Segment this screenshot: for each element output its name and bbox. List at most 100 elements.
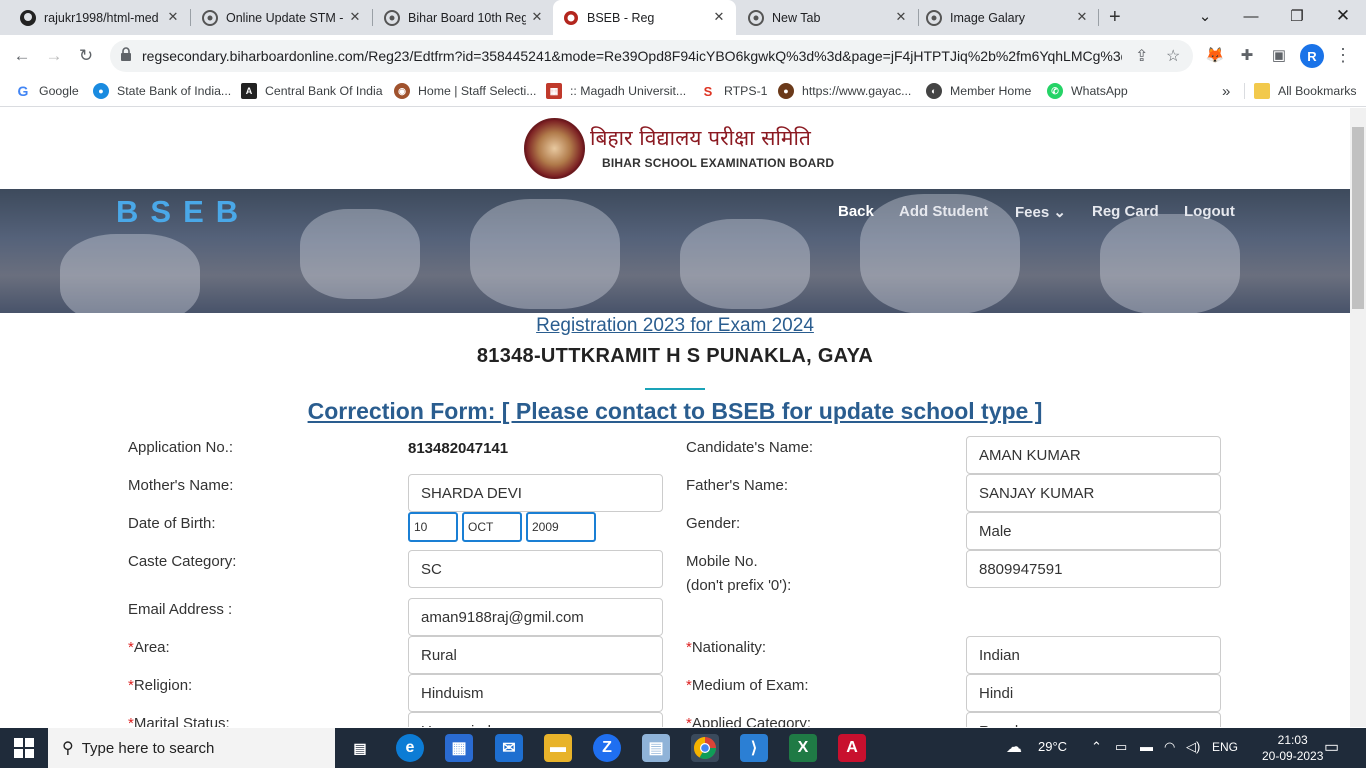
weather-icon[interactable]: ☁ <box>1006 737 1022 757</box>
new-tab-button[interactable]: + <box>1109 6 1121 29</box>
file-explorer-icon[interactable]: ▬ <box>544 734 572 762</box>
search-placeholder: Type here to search <box>81 739 215 757</box>
wifi-icon[interactable]: ◠ <box>1164 739 1175 755</box>
close-icon[interactable]: ✕ <box>712 10 726 24</box>
bseb-logo-text[interactable]: BSEB <box>116 194 250 230</box>
notification-icon[interactable]: ▭ <box>1324 737 1339 757</box>
close-icon[interactable]: ✕ <box>166 10 180 24</box>
metamask-icon[interactable]: 🦊 <box>1204 44 1226 66</box>
store-icon[interactable]: ▦ <box>445 734 473 762</box>
forward-arrow-icon[interactable]: → <box>41 43 67 69</box>
search-icon: ⚲ <box>62 740 74 757</box>
document-icon[interactable]: ▤ <box>642 734 670 762</box>
marital-label: *Marital Status: <box>128 715 230 727</box>
share-icon[interactable]: ⇪ <box>1135 46 1148 66</box>
religion-label: *Religion: <box>128 677 193 694</box>
religion-field[interactable]: Hinduism <box>408 674 663 712</box>
bookmarks-overflow-icon[interactable]: » <box>1222 83 1230 100</box>
bookmark-magadh[interactable]: ▦:: Magadh Universit... <box>546 83 686 99</box>
zoom-icon[interactable]: Z <box>593 734 621 762</box>
restore-button[interactable]: ❐ <box>1274 0 1320 32</box>
bookmark-star-icon[interactable]: ☆ <box>1166 46 1180 66</box>
applied-category-field[interactable]: Regular <box>966 712 1221 727</box>
bookmark-member-home[interactable]: ◐ Member Home <box>926 83 1031 99</box>
address-bar[interactable]: regsecondary.biharboardonline.com/Reg23/… <box>110 40 1193 72</box>
tab-bihar-board[interactable]: Bihar Board 10th Reg ✕ <box>364 0 554 35</box>
nationality-field[interactable]: Indian <box>966 636 1221 674</box>
bookmark-rtps[interactable]: S RTPS-1 <box>700 83 768 99</box>
extensions-icon[interactable]: ✚ <box>1236 44 1258 66</box>
windows-start-icon[interactable] <box>14 738 34 758</box>
chrome-icon <box>384 9 400 26</box>
menu-dots-icon[interactable]: ⋮ <box>1332 44 1354 66</box>
task-view-icon[interactable]: ▤ <box>346 734 374 762</box>
bookmark-sbi[interactable]: ● State Bank of India... <box>93 83 231 99</box>
whatsapp-icon: ✆ <box>1047 83 1063 99</box>
tray-overflow-icon[interactable]: ⌃ <box>1091 739 1102 755</box>
folder-icon <box>1254 83 1270 99</box>
mother-name-field[interactable]: SHARDA DEVI <box>408 474 663 512</box>
mobile-field[interactable]: 8809947591 <box>966 550 1221 588</box>
area-field[interactable]: Rural <box>408 636 663 674</box>
tab-online-update[interactable]: Online Update STM - ✕ <box>182 0 372 35</box>
father-name-field[interactable]: SANJAY KUMAR <box>966 474 1221 512</box>
nav-back[interactable]: Back <box>838 203 874 220</box>
nav-logout[interactable]: Logout <box>1184 203 1235 220</box>
close-icon[interactable]: ✕ <box>348 10 362 24</box>
reload-icon[interactable]: ↻ <box>73 43 99 69</box>
caste-field[interactable]: SC <box>408 550 663 588</box>
tab-bseb-reg[interactable]: BSEB - Reg ✕ <box>553 0 736 35</box>
dob-day-field[interactable]: 10 <box>408 512 458 542</box>
acrobat-icon[interactable]: A <box>838 734 866 762</box>
bookmark-google[interactable]: G Google <box>15 83 79 99</box>
medium-field[interactable]: Hindi <box>966 674 1221 712</box>
nav-add-student[interactable]: Add Student <box>899 203 988 220</box>
email-field[interactable]: aman9188raj@gmil.com <box>408 598 663 636</box>
tab-image-galary[interactable]: Image Galary ✕ <box>906 0 1099 35</box>
close-window-button[interactable]: ✕ <box>1320 0 1366 32</box>
mail-icon[interactable]: ✉ <box>495 734 523 762</box>
tab-new-tab[interactable]: New Tab ✕ <box>728 0 918 35</box>
weather-temp[interactable]: 29°C <box>1038 739 1067 754</box>
dob-year-field[interactable]: 2009 <box>526 512 596 542</box>
profile-avatar[interactable]: R <box>1300 44 1324 68</box>
bookmark-ssc[interactable]: ◉ Home | Staff Selecti... <box>394 83 536 99</box>
back-arrow-icon[interactable]: ← <box>9 43 35 69</box>
close-icon[interactable]: ✕ <box>1075 10 1089 24</box>
chrome-taskbar-icon[interactable] <box>691 734 719 762</box>
language-indicator[interactable]: ENG <box>1212 740 1238 754</box>
brand-hindi: बिहार विद्यालय परीक्षा समिति <box>590 126 811 150</box>
candidate-name-field[interactable]: AMAN KUMAR <box>966 436 1221 474</box>
network-icon[interactable]: ▭ <box>1115 739 1127 755</box>
taskbar-search[interactable]: ⚲ Type here to search <box>48 728 335 768</box>
battery-icon[interactable]: ▬ <box>1140 739 1153 754</box>
correction-form-title: Correction Form: [ Please contact to BSE… <box>307 398 1043 424</box>
tab-github[interactable]: rajukr1998/html-med ✕ <box>0 0 190 35</box>
dob-month-field[interactable]: OCT <box>462 512 522 542</box>
side-panel-icon[interactable]: ▣ <box>1268 44 1290 66</box>
bookmark-central-bank[interactable]: A Central Bank Of India <box>241 83 383 99</box>
edge-icon[interactable]: e <box>396 734 424 762</box>
father-name-label: Father's Name: <box>686 477 789 494</box>
registration-title[interactable]: Registration 2023 for Exam 2024 <box>0 315 1350 337</box>
bookmark-gaya[interactable]: ● https://www.gayac... <box>778 83 911 99</box>
system-clock[interactable]: 21:03 20-09-2023 <box>1262 732 1323 764</box>
nav-reg-card[interactable]: Reg Card <box>1092 203 1159 220</box>
title-divider <box>645 388 705 390</box>
vscode-icon[interactable]: ⟩ <box>740 734 768 762</box>
scrollbar-thumb[interactable] <box>1352 127 1364 309</box>
medium-label: *Medium of Exam: <box>686 677 809 694</box>
nav-fees[interactable]: Fees ⌄ <box>1015 203 1066 221</box>
candidate-name-label: Candidate's Name: <box>686 439 814 456</box>
chrome-icon <box>926 9 942 26</box>
volume-icon[interactable]: ◁) <box>1186 739 1200 755</box>
close-icon[interactable]: ✕ <box>530 10 544 24</box>
bookmark-whatsapp[interactable]: ✆ WhatsApp <box>1047 83 1128 99</box>
all-bookmarks[interactable]: All Bookmarks <box>1244 83 1357 99</box>
gender-field[interactable]: Male <box>966 512 1221 550</box>
tab-search-icon[interactable]: ⌄ <box>1182 0 1228 32</box>
marital-field[interactable]: Unmarried <box>408 712 663 727</box>
excel-icon[interactable]: X <box>789 734 817 762</box>
minimize-button[interactable]: — <box>1228 0 1274 32</box>
banner-figure <box>300 209 420 299</box>
